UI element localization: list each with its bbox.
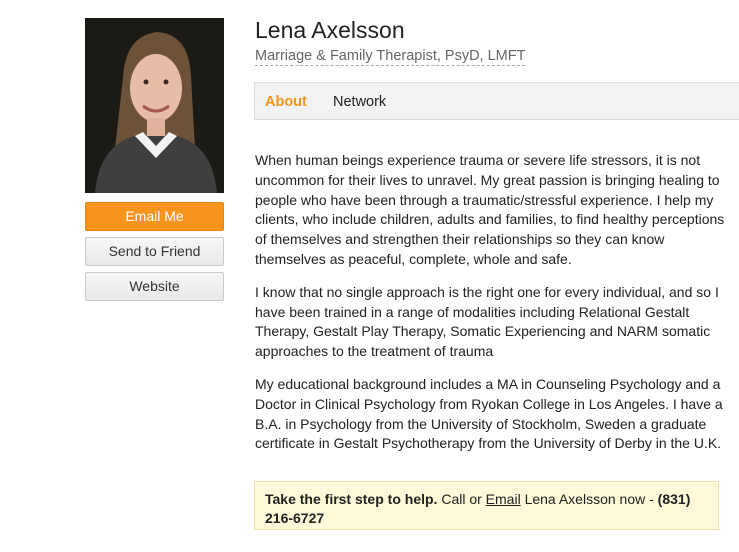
- bio-paragraph: I know that no single approach is the ri…: [255, 283, 719, 360]
- bio-paragraph: When human beings experience trauma or s…: [255, 152, 725, 267]
- profile-name: Lena Axelsson: [255, 17, 405, 43]
- profile-tabs: About Network: [254, 82, 739, 120]
- email-me-button[interactable]: Email Me: [85, 202, 224, 231]
- cta-call-text: Call or: [437, 491, 486, 507]
- cta-email-link[interactable]: Email: [486, 491, 521, 507]
- profile-credentials: Marriage & Family Therapist, PsyD, LMFT: [255, 48, 526, 66]
- profile-photo: [85, 18, 224, 193]
- bio-section: When human beings experience trauma or s…: [255, 151, 725, 467]
- tab-about[interactable]: About: [265, 94, 307, 110]
- send-to-friend-button[interactable]: Send to Friend: [85, 237, 224, 266]
- bio-paragraph: My educational background includes a MA …: [255, 375, 723, 452]
- tab-network[interactable]: Network: [333, 94, 386, 110]
- cta-lead: Take the first step to help.: [265, 491, 438, 507]
- website-button[interactable]: Website: [85, 272, 224, 301]
- cta-after-text: Lena Axelsson now -: [520, 491, 658, 507]
- call-to-action-box: Take the first step to help. Call or Ema…: [254, 481, 719, 530]
